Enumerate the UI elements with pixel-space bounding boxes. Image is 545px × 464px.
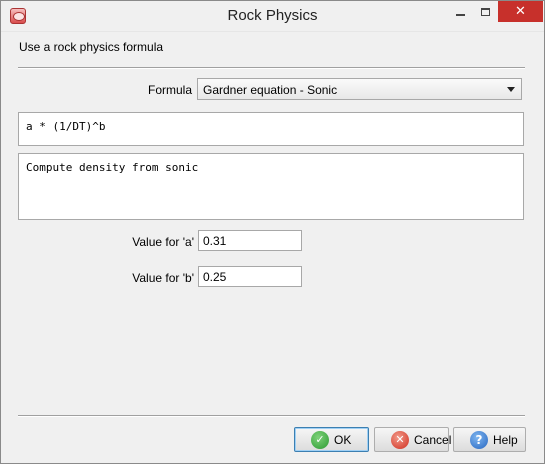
param-b-label: Value for 'b' — [132, 271, 194, 285]
formula-expression-field[interactable]: a * (1/DT)^b — [18, 112, 524, 146]
param-a-input[interactable]: 0.31 — [198, 230, 302, 251]
maximize-button[interactable] — [473, 1, 498, 22]
formula-label: Formula — [147, 83, 192, 97]
cancel-button[interactable]: ✕ Cancel — [374, 427, 452, 452]
help-button-label: Help — [493, 432, 518, 447]
cancel-icon: ✕ — [391, 430, 409, 449]
param-a-label: Value for 'a' — [132, 235, 194, 249]
minimize-button[interactable] — [448, 1, 473, 22]
formula-selected-value: Gardner equation - Sonic — [203, 83, 338, 97]
formula-description-field[interactable]: Compute density from sonic — [18, 153, 524, 220]
param-b-input[interactable]: 0.25 — [198, 266, 302, 287]
bottom-separator — [18, 415, 525, 417]
top-separator — [18, 67, 525, 69]
close-button[interactable]: ✕ — [498, 1, 543, 22]
instruction-text: Use a rock physics formula — [19, 40, 164, 54]
rock-physics-dialog: Rock Physics ✕ Use a rock physics formul… — [0, 0, 545, 464]
checkmark-icon: ✓ — [311, 430, 329, 449]
cancel-button-label: Cancel — [414, 432, 452, 447]
title-bar[interactable]: Rock Physics ✕ — [1, 1, 544, 32]
help-button[interactable]: ? Help — [453, 427, 526, 452]
close-icon: ✕ — [515, 4, 526, 19]
ok-button-label: OK — [334, 432, 352, 447]
minimize-icon — [456, 13, 465, 16]
help-icon: ? — [470, 430, 488, 449]
formula-dropdown[interactable]: Gardner equation - Sonic — [197, 78, 522, 100]
ok-button[interactable]: ✓ OK — [294, 427, 369, 452]
chevron-down-icon — [507, 87, 515, 92]
maximize-icon — [481, 7, 490, 16]
